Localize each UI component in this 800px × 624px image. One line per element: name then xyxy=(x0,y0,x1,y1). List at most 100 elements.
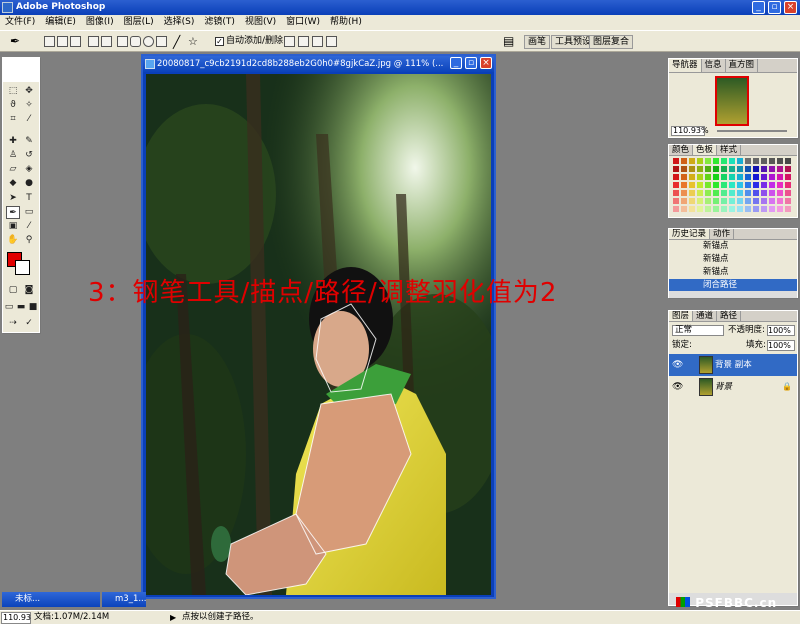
color-swatch[interactable] xyxy=(736,197,744,205)
standard-mode-icon[interactable]: ▢ xyxy=(6,284,20,297)
color-swatch[interactable] xyxy=(720,189,728,197)
freeform-pen-button[interactable] xyxy=(101,36,112,47)
color-swatch[interactable] xyxy=(688,165,696,173)
color-swatch[interactable] xyxy=(776,189,784,197)
color-swatch[interactable] xyxy=(680,157,688,165)
crop-tool-icon[interactable]: ⌗ xyxy=(6,113,20,126)
opacity-field[interactable]: 100% xyxy=(767,325,795,336)
color-swatch[interactable] xyxy=(688,197,696,205)
navigator-thumbnail[interactable] xyxy=(715,76,749,126)
color-swatch[interactable] xyxy=(744,189,752,197)
polygon-button[interactable] xyxy=(156,36,167,47)
imageready-icon[interactable]: ✓ xyxy=(22,317,36,330)
blur-tool-icon[interactable]: ◆ xyxy=(6,177,20,190)
color-swatch[interactable] xyxy=(680,197,688,205)
color-swatch[interactable] xyxy=(736,205,744,213)
color-swatch[interactable] xyxy=(784,173,792,181)
eyedropper-tool-icon[interactable]: ⁄ xyxy=(22,220,36,233)
color-swatch[interactable] xyxy=(760,205,768,213)
color-swatch[interactable] xyxy=(760,181,768,189)
notes-tool-icon[interactable]: ▣ xyxy=(6,220,20,233)
lasso-tool-icon[interactable]: ϑ xyxy=(6,99,20,112)
color-swatch[interactable] xyxy=(768,181,776,189)
doc-maximize-button[interactable]: ▫ xyxy=(465,57,477,69)
tab-color[interactable]: 颜色 xyxy=(669,145,694,155)
color-swatch[interactable] xyxy=(672,189,680,197)
doc-close-button[interactable]: × xyxy=(480,57,492,69)
color-swatch[interactable] xyxy=(784,189,792,197)
color-swatch[interactable] xyxy=(696,189,704,197)
tab-actions[interactable]: 动作 xyxy=(710,229,735,239)
color-swatch[interactable] xyxy=(728,165,736,173)
color-swatch[interactable] xyxy=(744,205,752,213)
color-swatch[interactable] xyxy=(760,157,768,165)
tab-histogram[interactable]: 直方图 xyxy=(726,59,759,72)
tab-history[interactable]: 历史记录 xyxy=(669,229,711,239)
menu-layer[interactable]: 图层(L) xyxy=(119,15,159,30)
history-item[interactable]: 新锚点 xyxy=(669,240,797,253)
color-swatch[interactable] xyxy=(744,165,752,173)
color-swatch[interactable] xyxy=(736,165,744,173)
color-swatch[interactable] xyxy=(768,165,776,173)
color-swatch[interactable] xyxy=(736,189,744,197)
layer-row[interactable]: 👁 背景 🔒 xyxy=(669,376,797,398)
color-swatch[interactable] xyxy=(776,157,784,165)
color-swatch[interactable] xyxy=(752,205,760,213)
color-swatch[interactable] xyxy=(720,165,728,173)
color-swatch[interactable] xyxy=(728,197,736,205)
color-swatch[interactable] xyxy=(672,197,680,205)
maximize-button[interactable]: ▫ xyxy=(768,1,781,14)
color-swatch[interactable] xyxy=(696,197,704,205)
color-swatch[interactable] xyxy=(696,173,704,181)
doc-minimize-button[interactable]: _ xyxy=(450,57,462,69)
color-swatch[interactable] xyxy=(728,173,736,181)
color-swatch[interactable] xyxy=(728,189,736,197)
background-color-swatch[interactable] xyxy=(15,260,30,275)
color-swatch[interactable] xyxy=(784,205,792,213)
color-swatch[interactable] xyxy=(672,173,680,181)
color-swatch[interactable] xyxy=(704,173,712,181)
color-swatch[interactable] xyxy=(752,173,760,181)
rounded-rectangle-button[interactable] xyxy=(130,36,141,47)
brush-tool-icon[interactable]: ✎ xyxy=(22,135,36,148)
screen-mode-full-icon[interactable]: ■ xyxy=(27,301,39,314)
screen-mode-standard-icon[interactable]: ▭ xyxy=(3,301,15,314)
color-swatch[interactable] xyxy=(704,205,712,213)
tab-layer-comps[interactable]: 图层复合 xyxy=(589,35,634,49)
color-swatch[interactable] xyxy=(736,173,744,181)
path-subtract-button[interactable] xyxy=(298,36,309,47)
color-swatch[interactable] xyxy=(728,181,736,189)
color-swatch[interactable] xyxy=(744,181,752,189)
color-swatch[interactable] xyxy=(784,181,792,189)
layer-row-selected[interactable]: 👁 背景 副本 xyxy=(669,354,797,376)
color-swatch[interactable] xyxy=(704,181,712,189)
tab-brushes[interactable]: 画笔 xyxy=(524,35,551,49)
pen-tool-icon[interactable]: ✒ xyxy=(6,206,20,219)
blend-mode-select[interactable]: 正常 xyxy=(672,325,724,336)
status-zoom-field[interactable]: 110.93 xyxy=(1,612,31,624)
color-swatch[interactable] xyxy=(672,157,680,165)
color-swatch[interactable] xyxy=(776,165,784,173)
menu-image[interactable]: 图像(I) xyxy=(81,15,119,30)
status-arrow-icon[interactable]: ▶ xyxy=(170,611,176,624)
path-intersect-button[interactable] xyxy=(312,36,323,47)
color-swatch[interactable] xyxy=(752,157,760,165)
history-item[interactable]: 新锚点 xyxy=(669,253,797,266)
tab-styles[interactable]: 样式 xyxy=(717,145,742,155)
paint-bucket-tool-icon[interactable]: ◈ xyxy=(22,163,36,176)
document-title-bar[interactable]: 20080817_c9cb2191d2cd8b288eb2G0h0#8gjkCa… xyxy=(143,56,494,72)
color-swatch[interactable] xyxy=(680,173,688,181)
color-swatch[interactable] xyxy=(688,181,696,189)
eye-icon[interactable]: 👁 xyxy=(672,354,683,376)
color-swatch[interactable] xyxy=(704,157,712,165)
color-swatch[interactable] xyxy=(752,197,760,205)
hand-tool-icon[interactable]: ✋ xyxy=(6,234,20,247)
swatch-grid[interactable] xyxy=(672,157,794,215)
color-swatch[interactable] xyxy=(696,205,704,213)
color-swatch[interactable] xyxy=(720,157,728,165)
image-canvas[interactable] xyxy=(146,74,491,595)
color-swatch[interactable] xyxy=(720,181,728,189)
jump-to-imageready-icon[interactable]: ⇢ xyxy=(6,317,20,330)
ellipse-button[interactable] xyxy=(143,36,154,47)
palette-well-icon[interactable]: ▤ xyxy=(503,34,514,48)
